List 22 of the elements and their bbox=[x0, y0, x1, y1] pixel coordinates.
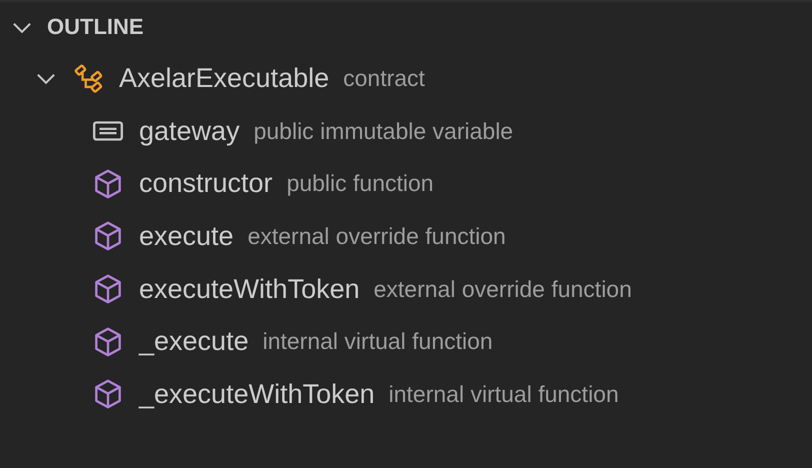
tree-item[interactable]: gateway public immutable variable bbox=[0, 104, 812, 158]
item-detail: public function bbox=[286, 170, 434, 198]
item-detail: external override function bbox=[374, 276, 632, 303]
item-detail: internal virtual function bbox=[388, 380, 619, 408]
panel-title[interactable]: OUTLINE bbox=[47, 14, 144, 40]
tree-item[interactable]: execute external override function bbox=[0, 210, 812, 263]
item-name: _execute bbox=[139, 326, 249, 358]
tree-item[interactable]: AxelarExecutable contract bbox=[0, 52, 812, 105]
item-name: constructor bbox=[139, 168, 273, 200]
tree-item[interactable]: _executeWithToken internal virtual function bbox=[0, 368, 812, 421]
item-detail: external override function bbox=[248, 222, 506, 250]
item-detail: contract bbox=[343, 64, 425, 92]
item-detail: internal virtual function bbox=[262, 328, 493, 356]
item-name: AxelarExecutable bbox=[119, 62, 330, 94]
item-name: _executeWithToken bbox=[139, 378, 375, 410]
item-detail: public immutable variable bbox=[254, 118, 514, 145]
tree-item[interactable]: _execute internal virtual function bbox=[0, 315, 812, 368]
tree-item[interactable]: executeWithToken external override function bbox=[0, 262, 812, 316]
tree-item[interactable]: constructor public function bbox=[0, 157, 812, 210]
item-name: execute bbox=[139, 220, 234, 252]
item-name: executeWithToken bbox=[139, 274, 360, 305]
item-name: gateway bbox=[139, 116, 240, 147]
